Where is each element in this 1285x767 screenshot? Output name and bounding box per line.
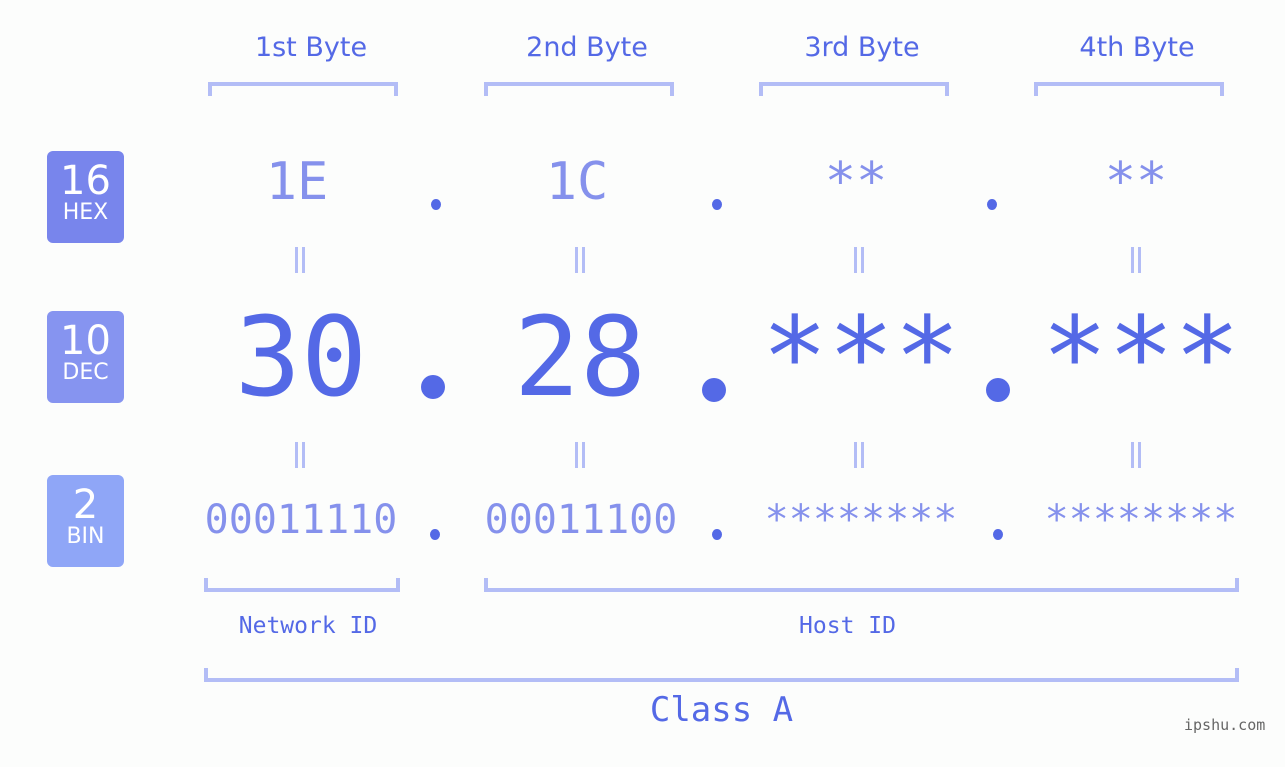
dec-separator-dot bbox=[421, 375, 445, 399]
bin-value-4: ******** bbox=[1044, 497, 1238, 543]
bin-badge: 2 BIN bbox=[47, 475, 124, 567]
network-id-bracket bbox=[204, 578, 400, 592]
network-id-label: Network ID bbox=[238, 613, 378, 639]
hex-value-3: ** bbox=[824, 152, 888, 212]
equals-icon bbox=[1126, 247, 1146, 273]
dec-value-2: 28 bbox=[513, 293, 647, 421]
hex-value-4: ** bbox=[1104, 152, 1168, 212]
watermark: ipshu.com bbox=[1184, 716, 1266, 734]
byte-header-4: 4th Byte bbox=[1079, 32, 1195, 63]
bin-badge-number: 2 bbox=[72, 482, 99, 528]
bin-badge-label: BIN bbox=[66, 524, 105, 549]
hex-separator-dot bbox=[431, 199, 441, 210]
host-id-bracket bbox=[484, 578, 1239, 592]
hex-badge-label: HEX bbox=[62, 200, 109, 225]
equals-icon bbox=[290, 247, 310, 273]
ip-class-label: Class A bbox=[649, 690, 794, 730]
equals-icon bbox=[570, 247, 590, 273]
host-id-label: Host ID bbox=[799, 613, 896, 639]
dec-separator-dot bbox=[702, 378, 726, 402]
hex-separator-dot bbox=[987, 199, 997, 210]
equals-icon bbox=[849, 247, 869, 273]
bin-separator-dot bbox=[430, 529, 440, 540]
byte-header-2: 2nd Byte bbox=[526, 32, 648, 63]
bin-separator-dot bbox=[993, 529, 1003, 540]
hex-value-2: 1C bbox=[545, 152, 609, 212]
byte-header-1: 1st Byte bbox=[254, 32, 368, 63]
bin-value-1: 00011110 bbox=[204, 497, 398, 543]
byte-bracket-2 bbox=[484, 82, 674, 96]
dec-value-3: *** bbox=[761, 293, 961, 421]
byte-bracket-3 bbox=[759, 82, 949, 96]
hex-badge-number: 16 bbox=[60, 158, 111, 204]
dec-badge-number: 10 bbox=[60, 318, 111, 364]
equals-icon bbox=[290, 442, 310, 468]
equals-icon bbox=[849, 442, 869, 468]
equals-icon bbox=[570, 442, 590, 468]
byte-bracket-4 bbox=[1034, 82, 1224, 96]
dec-badge: 10 DEC bbox=[47, 311, 124, 403]
dec-value-1: 30 bbox=[234, 293, 368, 421]
bin-value-2: 00011100 bbox=[484, 497, 678, 543]
byte-bracket-1 bbox=[208, 82, 398, 96]
dec-separator-dot bbox=[986, 378, 1010, 402]
bin-value-3: ******** bbox=[764, 497, 958, 543]
hex-value-1: 1E bbox=[265, 152, 329, 212]
dec-value-4: *** bbox=[1041, 293, 1241, 421]
byte-header-3: 3rd Byte bbox=[804, 32, 920, 63]
bin-separator-dot bbox=[712, 529, 722, 540]
dec-badge-label: DEC bbox=[62, 360, 109, 385]
class-bracket bbox=[204, 668, 1239, 682]
hex-badge: 16 HEX bbox=[47, 151, 124, 243]
hex-separator-dot bbox=[712, 199, 722, 210]
equals-icon bbox=[1126, 442, 1146, 468]
